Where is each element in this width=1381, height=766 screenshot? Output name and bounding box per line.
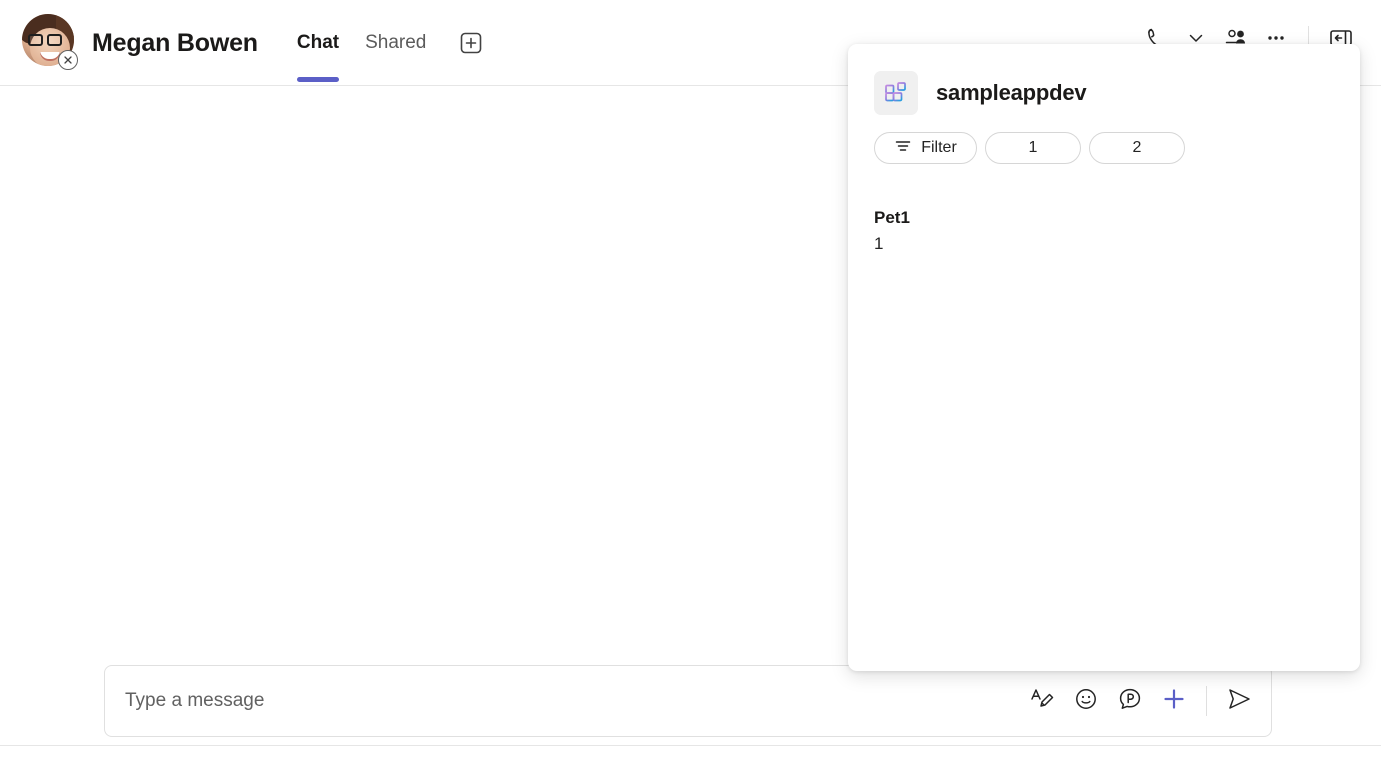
teams-chat-window: Megan Bowen Chat Shared — [0, 0, 1381, 766]
apps-grid-icon — [874, 71, 918, 115]
app-panel-chips: Filter 1 2 — [848, 115, 1360, 164]
tab-shared[interactable]: Shared — [352, 0, 439, 86]
filter-chip[interactable]: Filter — [874, 132, 977, 164]
giphy-icon — [1117, 686, 1143, 717]
tab-chat[interactable]: Chat — [284, 0, 352, 86]
list-item-title: Pet1 — [874, 207, 1360, 230]
chat-tabs: Chat Shared — [284, 0, 486, 86]
format-text-icon — [1029, 686, 1055, 717]
close-circle-icon — [58, 50, 78, 70]
tab-shared-label: Shared — [365, 32, 426, 54]
list-item-subtitle: 1 — [874, 232, 1360, 256]
message-input-placeholder: Type a message — [125, 690, 264, 712]
chip-1-label: 1 — [1029, 139, 1038, 157]
list-item[interactable]: Pet1 1 — [874, 207, 1360, 256]
chip-2-label: 2 — [1133, 139, 1142, 157]
compose-divider — [1206, 686, 1207, 716]
compose-actions — [1022, 681, 1259, 721]
avatar[interactable] — [22, 14, 74, 66]
chip-1[interactable]: 1 — [985, 132, 1081, 164]
message-input-box[interactable]: Type a message — [104, 665, 1272, 737]
app-popup-panel: sampleappdev Filter 1 2 Pet1 1 — [848, 44, 1360, 671]
chip-2[interactable]: 2 — [1089, 132, 1185, 164]
add-square-icon — [458, 30, 484, 56]
bottom-divider — [0, 745, 1381, 746]
add-attachment-icon — [1159, 684, 1189, 719]
filter-icon — [894, 137, 912, 160]
page-title: Megan Bowen — [92, 29, 258, 58]
add-tab-button[interactable] — [457, 29, 485, 57]
filter-chip-label: Filter — [921, 139, 957, 157]
format-text-button[interactable] — [1022, 681, 1062, 721]
add-attachment-button[interactable] — [1154, 681, 1194, 721]
giphy-button[interactable] — [1110, 681, 1150, 721]
chat-header-left: Megan Bowen Chat Shared — [22, 0, 485, 86]
emoji-button[interactable] — [1066, 681, 1106, 721]
app-panel-list: Pet1 1 — [848, 164, 1360, 256]
send-button[interactable] — [1219, 681, 1259, 721]
app-panel-header: sampleappdev — [848, 44, 1360, 115]
tab-chat-label: Chat — [297, 32, 339, 54]
send-icon — [1225, 685, 1253, 718]
emoji-icon — [1073, 686, 1099, 717]
app-name: sampleappdev — [936, 80, 1086, 106]
